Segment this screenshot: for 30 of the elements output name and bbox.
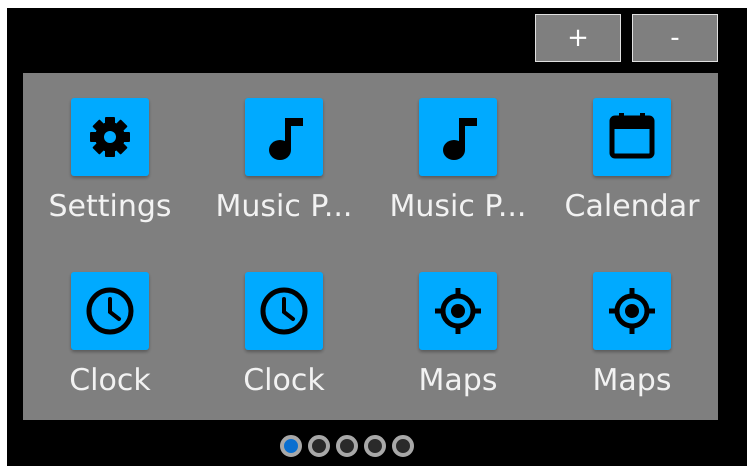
app-tile[interactable]: [245, 98, 323, 176]
music-note-icon: [443, 118, 477, 160]
app-label[interactable]: Music P...: [390, 190, 526, 224]
app-tile[interactable]: [593, 272, 671, 350]
page-dot[interactable]: [392, 435, 414, 457]
music-note-icon: [269, 118, 303, 160]
app-tile[interactable]: [419, 98, 497, 176]
app-label[interactable]: Settings: [48, 190, 172, 224]
zoom-button[interactable]: +: [535, 14, 621, 62]
target-icon: [609, 288, 655, 334]
page-dot[interactable]: [364, 435, 386, 457]
app-label[interactable]: Calendar: [564, 190, 700, 224]
app-tile[interactable]: [593, 98, 671, 176]
app-label[interactable]: Maps: [592, 364, 672, 398]
app-label[interactable]: Music P...: [216, 190, 352, 224]
app-label[interactable]: Clock: [243, 364, 325, 398]
clock-icon: [86, 288, 134, 334]
app-tile[interactable]: [71, 98, 149, 176]
app-label[interactable]: Maps: [418, 364, 498, 398]
page-dot[interactable]: [280, 435, 302, 457]
clock-icon: [260, 288, 308, 334]
zoom-button[interactable]: -: [632, 14, 718, 62]
target-icon: [435, 288, 481, 334]
calendar-icon: [610, 113, 654, 158]
app-tile[interactable]: [419, 272, 497, 350]
page-dot[interactable]: [336, 435, 358, 457]
app-tile[interactable]: [245, 272, 323, 350]
app-tile[interactable]: [71, 272, 149, 350]
app-label[interactable]: Clock: [69, 364, 151, 398]
page-dot[interactable]: [308, 435, 330, 457]
